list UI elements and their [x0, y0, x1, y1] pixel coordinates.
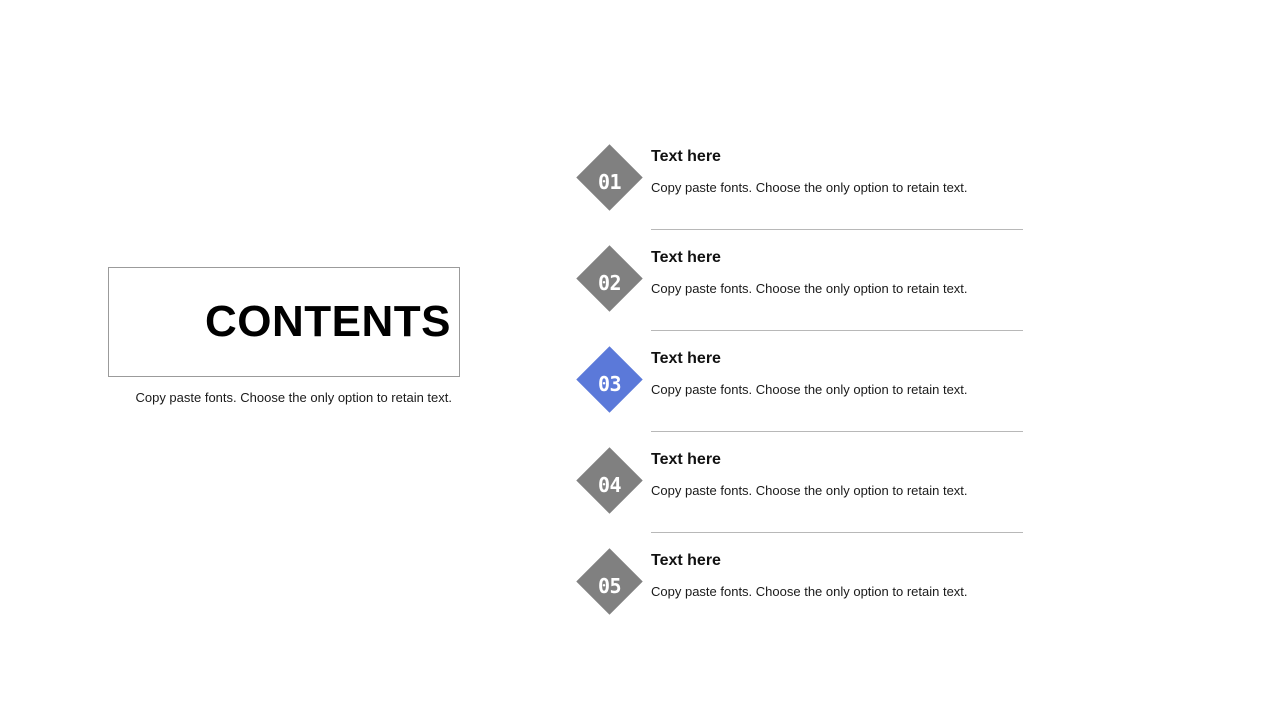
- diamond-badge-04[interactable]: 04: [576, 447, 643, 514]
- list-item-description: Copy paste fonts. Choose the only option…: [651, 483, 968, 499]
- list-item-body: Text here Copy paste fonts. Choose the o…: [651, 339, 1023, 399]
- list-divider: [651, 431, 1023, 432]
- list-item[interactable]: 04 Text here Copy paste fonts. Choose th…: [576, 440, 1023, 541]
- badge-number: 02: [597, 271, 622, 295]
- list-item-heading: Text here: [651, 552, 721, 569]
- diamond-badge-05[interactable]: 05: [576, 548, 643, 615]
- slide-canvas: CONTENTS Copy paste fonts. Choose the on…: [0, 0, 1280, 720]
- list-divider: [651, 532, 1023, 533]
- list-item-heading: Text here: [651, 148, 721, 165]
- list-item-heading: Text here: [651, 451, 721, 468]
- list-divider: [651, 330, 1023, 331]
- list-item-description: Copy paste fonts. Choose the only option…: [651, 584, 968, 600]
- diamond-badge-01[interactable]: 01: [576, 144, 643, 211]
- list-item-heading: Text here: [651, 350, 721, 367]
- list-item-body: Text here Copy paste fonts. Choose the o…: [651, 238, 1023, 298]
- list-item-body: Text here Copy paste fonts. Choose the o…: [651, 137, 1023, 197]
- badge-number: 05: [597, 574, 622, 598]
- list-item-heading: Text here: [651, 249, 721, 266]
- badge-number: 01: [597, 170, 622, 194]
- list-item-description: Copy paste fonts. Choose the only option…: [651, 281, 968, 297]
- page-title: CONTENTS: [205, 297, 451, 346]
- contents-list: 01 Text here Copy paste fonts. Choose th…: [576, 137, 1023, 642]
- list-item-body: Text here Copy paste fonts. Choose the o…: [651, 440, 1023, 500]
- list-item-body: Text here Copy paste fonts. Choose the o…: [651, 541, 1023, 601]
- badge-number: 04: [597, 473, 622, 497]
- list-item-description: Copy paste fonts. Choose the only option…: [651, 180, 968, 196]
- diamond-badge-03[interactable]: 03: [576, 346, 643, 413]
- list-item[interactable]: 01 Text here Copy paste fonts. Choose th…: [576, 137, 1023, 238]
- title-block: CONTENTS Copy paste fonts. Choose the on…: [108, 267, 460, 408]
- list-item-description: Copy paste fonts. Choose the only option…: [651, 382, 968, 398]
- title-frame: CONTENTS: [108, 267, 460, 377]
- list-item[interactable]: 05 Text here Copy paste fonts. Choose th…: [576, 541, 1023, 642]
- badge-number: 03: [597, 372, 622, 396]
- list-item[interactable]: 03 Text here Copy paste fonts. Choose th…: [576, 339, 1023, 440]
- list-divider: [651, 229, 1023, 230]
- diamond-badge-02[interactable]: 02: [576, 245, 643, 312]
- title-caption: Copy paste fonts. Choose the only option…: [135, 390, 452, 405]
- list-item[interactable]: 02 Text here Copy paste fonts. Choose th…: [576, 238, 1023, 339]
